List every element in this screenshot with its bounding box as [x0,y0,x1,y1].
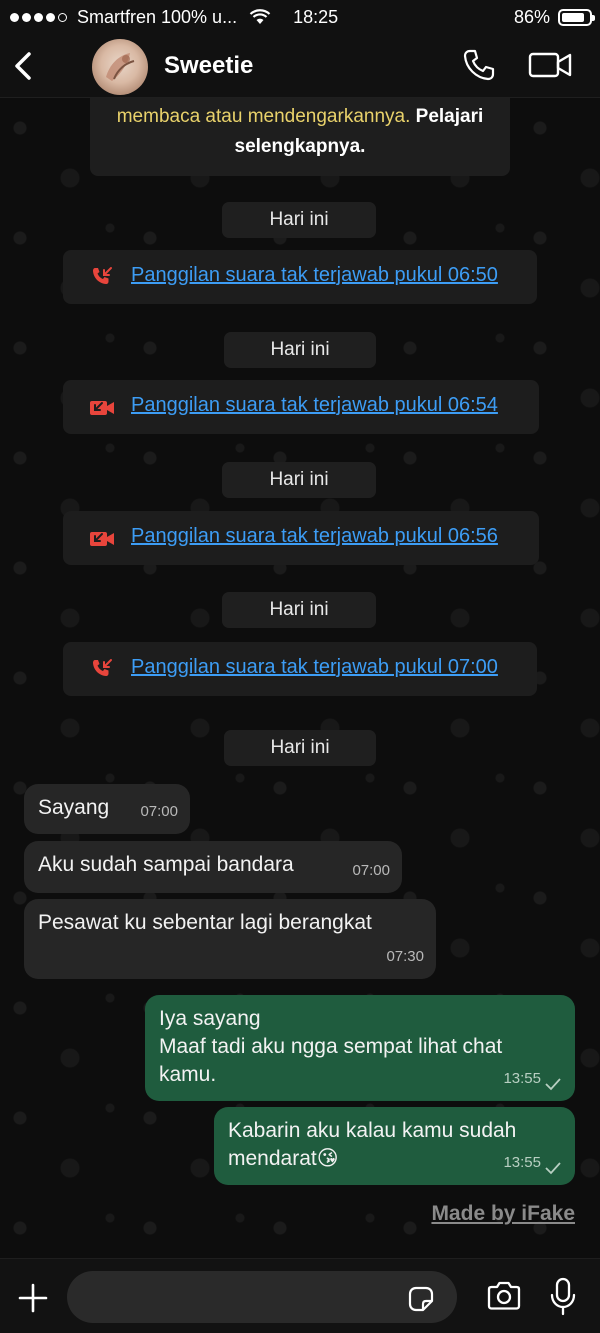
battery-icon [558,9,595,26]
date-chip: Hari ini [224,332,376,368]
missed-call-row[interactable]: Panggilan suara tak terjawab pukul 07:00 [63,642,537,696]
avatar[interactable] [92,39,148,95]
missed-voice-call-icon [93,659,112,676]
missed-video-call-icon [90,401,114,415]
signal-strength-icon [10,12,67,22]
battery-level-fill [562,13,585,22]
sent-check-icon [545,1078,561,1091]
incoming-message-bubble[interactable]: Aku sudah sampai bandara 07:00 [24,841,402,893]
date-chip: Hari ini [222,462,376,498]
chat-header: Sweetie [0,34,600,98]
message-time: 13:55 [503,1154,541,1171]
message-time: 07:00 [352,862,390,879]
missed-voice-call-icon [93,267,112,284]
missed-call-link[interactable]: Panggilan suara tak terjawab pukul 06:56 [131,525,498,548]
sticker-icon[interactable] [406,1284,436,1314]
watermark: Made by iFake [431,1202,575,1225]
date-chip: Hari ini [224,730,376,766]
date-chip: Hari ini [222,592,376,628]
date-chip: Hari ini [222,202,376,238]
chat-area[interactable]: membaca atau mendengarkannya. Pelajari s… [0,98,600,1258]
missed-call-row[interactable]: Panggilan suara tak terjawab pukul 06:50 [63,250,537,304]
outgoing-message-bubble[interactable]: Kabarin aku kalau kamu sudah mendarat😘 1… [214,1107,575,1185]
battery-percentage: 86% [513,6,550,27]
message-text: Aku sudah sampai bandara [38,853,294,876]
phone-icon[interactable] [462,48,496,82]
sent-check-icon [545,1162,561,1175]
message-time: 07:30 [386,948,424,965]
learn-more-link[interactable]: Pelajari [416,106,484,127]
info-banner-text: membaca atau mendengarkannya. [116,106,411,127]
wifi-icon [249,9,271,24]
message-text: Pesawat ku sebentar lagi berangkat [38,911,372,934]
microphone-icon[interactable] [549,1277,577,1317]
message-text: Iya sayang Maaf tadi aku ngga sempat lih… [159,1007,503,1086]
message-time: 13:55 [503,1070,541,1087]
incoming-message-bubble[interactable]: Pesawat ku sebentar lagi berangkat 07:30 [24,899,436,979]
chevron-left-icon[interactable] [12,50,36,82]
camera-icon[interactable] [486,1281,522,1311]
incoming-message-bubble[interactable]: Sayang 07:00 [24,784,190,834]
message-time: 07:00 [140,803,178,820]
message-text: Sayang [38,796,110,819]
missed-call-row[interactable]: Panggilan suara tak terjawab pukul 06:54 [63,380,539,434]
learn-more-link-cont[interactable]: selengkapnya. [235,136,366,157]
contact-name[interactable]: Sweetie [164,52,253,80]
missed-call-link[interactable]: Panggilan suara tak terjawab pukul 07:00 [131,656,498,679]
encryption-info-banner[interactable]: membaca atau mendengarkannya. Pelajari s… [90,98,510,176]
outgoing-message-bubble[interactable]: Iya sayang Maaf tadi aku ngga sempat lih… [145,995,575,1101]
message-input-bar [0,1258,600,1333]
missed-call-link[interactable]: Panggilan suara tak terjawab pukul 06:50 [131,264,498,287]
missed-call-link[interactable]: Panggilan suara tak terjawab pukul 06:54 [131,394,498,417]
message-text: Kabarin aku kalau kamu sudah mendarat😘 [228,1119,517,1170]
avatar-illustration [106,53,135,81]
video-camera-icon[interactable] [528,50,572,80]
message-input[interactable] [67,1271,457,1323]
missed-video-call-icon [90,532,114,546]
carrier-label: Smartfren 100% u... [77,6,238,27]
clock: 18:25 [293,6,339,27]
plus-icon[interactable] [18,1283,48,1313]
status-bar: Smartfren 100% u... 18:25 86% [0,0,600,34]
missed-call-row[interactable]: Panggilan suara tak terjawab pukul 06:56 [63,511,539,565]
